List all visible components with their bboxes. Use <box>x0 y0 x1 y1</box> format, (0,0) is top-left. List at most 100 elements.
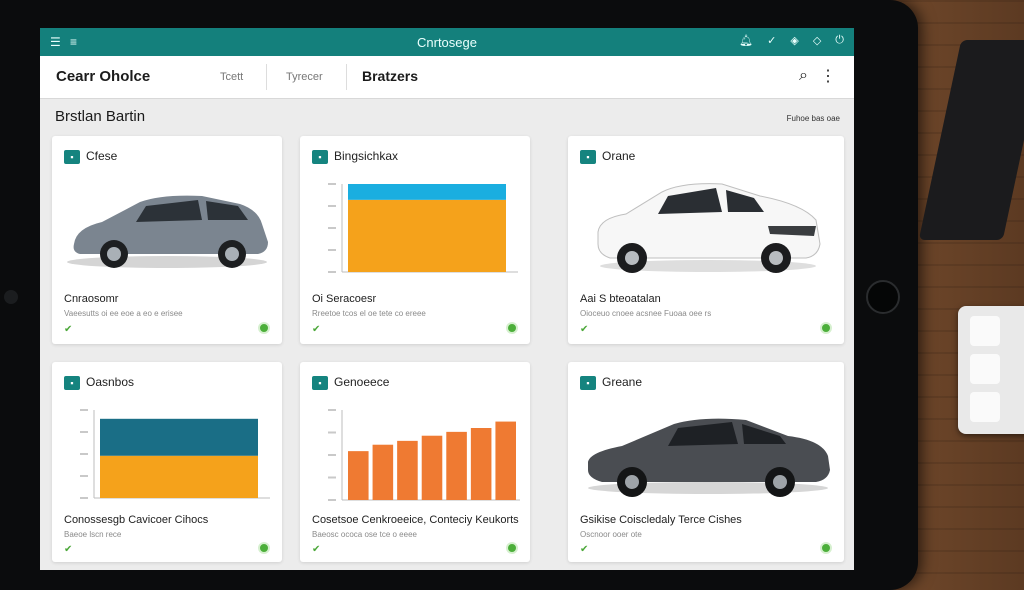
bar <box>495 421 516 500</box>
y-tick-mark <box>80 497 88 499</box>
card-badge-icon: ▪ <box>64 376 80 390</box>
tablet-device: ☰ ≡ Cnrtosege 🔔︎ ✓ ◈ ◇ ⏻ Cearr Oholce Tc… <box>0 0 918 590</box>
y-tick-mark <box>80 453 88 455</box>
y-tick-mark <box>328 183 336 185</box>
tab-divider <box>346 64 347 90</box>
card-description: Vaeesutts oi ee eoe a eo e erisee <box>64 309 183 318</box>
keypad-key[interactable] <box>970 392 1000 422</box>
y-tick-mark <box>80 431 88 433</box>
keypad-key[interactable] <box>970 316 1000 346</box>
status-title: Cnrtosege <box>417 34 477 50</box>
card-description: Oioceuo cnoee acsnee Fuoaa oee rs <box>580 309 712 318</box>
y-tick-mark <box>80 475 88 477</box>
keypad-device <box>958 306 1024 434</box>
tab-divider <box>266 64 267 90</box>
dark-sedan-image <box>588 418 830 497</box>
status-icons: 🔔︎ ✓ ◈ ◇ ⏻ <box>739 34 844 47</box>
check-icon: ✔ <box>64 544 73 555</box>
tab-tyrecer[interactable]: Tyrecer <box>286 71 323 83</box>
hatchback-car-image <box>67 195 268 268</box>
stacked-bar-segment <box>348 184 506 200</box>
bar <box>421 435 443 500</box>
card-badge-icon: ▪ <box>312 150 328 164</box>
card-label: Cosetsoe Cenkroeeice, Conteciy Keukorts <box>312 514 519 526</box>
section-link[interactable]: Fuhoe bas oae <box>787 114 840 123</box>
tablet-home-button[interactable] <box>866 280 900 314</box>
tablet-camera <box>4 290 18 304</box>
y-tick-mark <box>80 409 88 411</box>
keypad-key[interactable] <box>970 354 1000 384</box>
card-label: Gsikise Coiscledaly Terce Cishes <box>580 514 742 526</box>
bar <box>348 451 369 500</box>
card-badge-icon: ▪ <box>580 150 596 164</box>
check-icon: ✔ <box>580 544 589 555</box>
bar <box>372 444 394 500</box>
card-title: Orane <box>602 149 636 163</box>
shield-icon[interactable]: ◈ <box>790 34 798 47</box>
card-title: Oasnbos <box>86 375 135 389</box>
tab-bratzers[interactable]: Bratzers <box>362 68 418 84</box>
card-title: Greane <box>602 375 643 389</box>
card-label: Oi Seracoesr <box>312 293 377 305</box>
status-dot-icon[interactable] <box>820 322 832 334</box>
card-badge-icon: ▪ <box>580 376 596 390</box>
power-icon[interactable]: ⏻ <box>835 34 844 47</box>
shield-icon[interactable]: ◇ <box>813 34 821 47</box>
stacked-bar-segment <box>100 418 258 456</box>
status-dot-icon[interactable] <box>258 322 270 334</box>
y-tick-mark <box>328 431 336 434</box>
bar <box>446 431 467 500</box>
y-tick-mark <box>328 499 336 501</box>
app-brand[interactable]: Cearr Oholce <box>56 68 150 85</box>
stacked-bar-segment <box>348 199 506 272</box>
status-dot-icon[interactable] <box>506 542 518 554</box>
y-tick-mark <box>328 476 336 479</box>
card-genoeece[interactable]: ▪ Genoeece Cosetsoe Cenkroeeice, Conteci… <box>300 362 530 562</box>
card-title: Genoeece <box>334 375 390 389</box>
status-dot-icon[interactable] <box>258 542 270 554</box>
orange-bar-chart <box>328 409 520 501</box>
check-icon: ✔ <box>312 324 321 335</box>
card-oasnbos[interactable]: ▪ Oasnbos Conossesgb Cavicoer Cihocs Bae… <box>52 362 282 562</box>
check-icon[interactable]: ✓ <box>767 34 776 47</box>
card-greane[interactable]: ▪ Greane Gsikise Coiscledaly Terce Cishe… <box>568 362 844 562</box>
status-dot-icon[interactable] <box>506 322 518 334</box>
card-description: Baeoe lscn rece <box>64 530 122 539</box>
tab-tcett[interactable]: Tcett <box>220 71 243 83</box>
stacked-bar-chart <box>328 183 518 273</box>
nav-bar: Cearr Oholce Tcett Tyrecer Bratzers ⌕ ⋮ <box>40 56 854 99</box>
card-label: Cnraosomr <box>64 293 119 305</box>
bar <box>470 428 492 500</box>
status-bar: ☰ ≡ Cnrtosege 🔔︎ ✓ ◈ ◇ ⏻ <box>40 28 854 56</box>
y-tick-mark <box>328 205 336 207</box>
y-tick-mark <box>328 227 336 229</box>
y-tick-mark <box>328 271 336 273</box>
card-title: Cfese <box>86 149 118 163</box>
card-bingsichkax[interactable]: ▪ Bingsichkax Oi Seracoesr Rreetoe tcos … <box>300 136 530 344</box>
check-icon: ✔ <box>580 324 589 335</box>
search-icon[interactable]: ⌕ <box>799 67 808 85</box>
notification-icon[interactable]: 🔔︎ <box>739 34 753 47</box>
section-title: Brstlan Bartin <box>55 108 146 125</box>
bar <box>397 440 418 500</box>
y-tick-mark <box>328 249 336 251</box>
card-badge-icon: ▪ <box>312 376 328 390</box>
card-title: Bingsichkax <box>334 149 399 163</box>
card-label: Aai S bteoatalan <box>580 293 661 305</box>
card-description: Oscnoor ooer ote <box>580 530 642 539</box>
check-icon: ✔ <box>64 324 73 335</box>
y-tick-mark <box>328 454 336 456</box>
card-description: Rreetoe tcos el oe tete co ereee <box>312 309 426 318</box>
card-description: Baeosc ococa ose tce o eeee <box>312 530 417 539</box>
check-icon: ✔ <box>312 544 321 555</box>
block-bar-chart <box>80 409 270 499</box>
tablet-screen: ☰ ≡ Cnrtosege 🔔︎ ✓ ◈ ◇ ⏻ Cearr Oholce Tc… <box>40 28 854 570</box>
card-cfese[interactable]: ▪ Cfese Cnraosomr Vaeesutts oi ee eoe a … <box>52 136 282 344</box>
card-badge-icon: ▪ <box>64 150 80 164</box>
card-orane[interactable]: ▪ Orane Aai S bteoatalan Oioceuo cnoee a… <box>568 136 844 344</box>
y-tick-mark <box>328 409 336 411</box>
white-sedan-image <box>597 183 821 273</box>
card-label: Conossesgb Cavicoer Cihocs <box>64 514 209 526</box>
status-dot-icon[interactable] <box>820 542 832 554</box>
more-vertical-icon[interactable]: ⋮ <box>820 66 836 86</box>
